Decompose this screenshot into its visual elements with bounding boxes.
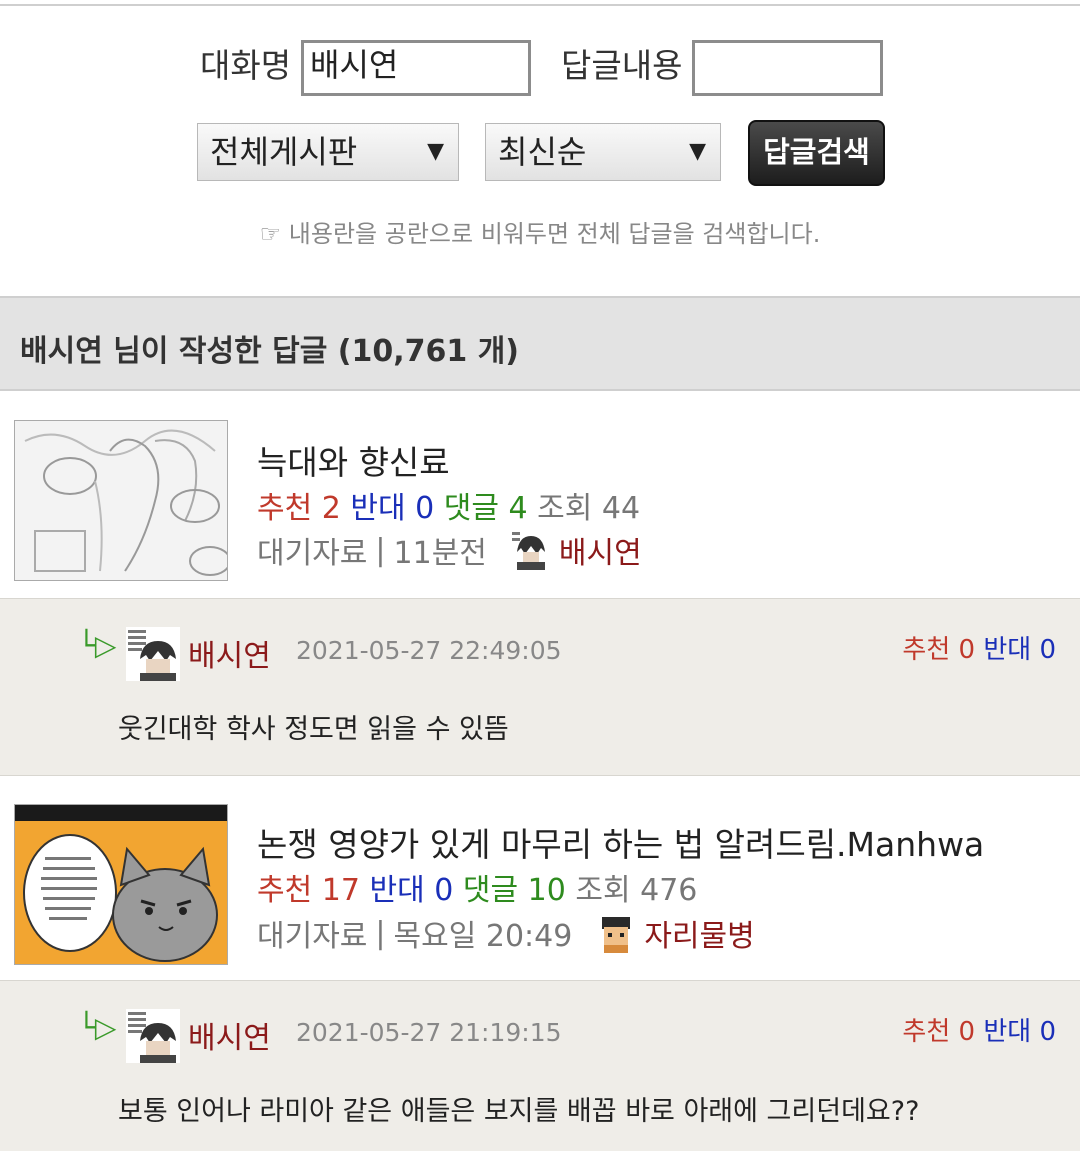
recommend-label: 추천 xyxy=(257,873,313,908)
comments-label: 댓글 xyxy=(443,491,499,526)
recommend-count: 17 xyxy=(321,873,360,908)
views-label: 조회 xyxy=(537,491,593,526)
author-avatar-icon xyxy=(596,913,637,953)
reply-item: └▷ 배시연 2021-05-27 21:19:15 추천 0 반대 0 보통 … xyxy=(0,980,1080,1151)
post-category: 대기자료 xyxy=(257,919,368,954)
post-title[interactable]: 논쟁 영양가 있게 마무리 하는 법 알려드림.Manhwa xyxy=(257,818,984,866)
dropdown-arrow-icon: ▼ xyxy=(689,139,706,164)
post-thumbnail[interactable] xyxy=(14,420,228,581)
recommend-count: 2 xyxy=(321,491,341,526)
reply-author[interactable]: 배시연 xyxy=(188,631,271,675)
post-stats: 추천 17 반대 0 댓글 10 조회 476 xyxy=(257,865,697,909)
reply-item: └▷ 배시연 2021-05-27 22:49:05 추천 0 반대 0 웃긴대… xyxy=(0,598,1080,776)
reply-recommend-label: 추천 xyxy=(902,1017,951,1047)
section-header: 배시연 님이 작성한 답글 (10,761 개) xyxy=(0,296,1080,391)
board-select[interactable]: 전체게시판 ▼ xyxy=(197,123,459,181)
reply-body: 보통 인어나 라미아 같은 애들은 보지를 배꼽 바로 아래에 그리던데요?? xyxy=(118,1096,920,1127)
reply-body: 웃긴대학 학사 정도면 읽을 수 있뜸 xyxy=(118,714,509,745)
board-select-value: 전체게시판 xyxy=(210,133,358,171)
reply-author[interactable]: 배시연 xyxy=(188,1013,271,1057)
post-author[interactable]: 자리물병 xyxy=(644,911,754,955)
search-hint: ☞ 내용란을 공란으로 비워두면 전체 답글을 검색합니다. xyxy=(259,220,821,248)
post-category: 대기자료 xyxy=(257,536,368,571)
post-thumbnail[interactable] xyxy=(14,804,228,965)
reply-date: 2021-05-27 22:49:05 xyxy=(296,636,562,665)
post-item[interactable]: 늑대와 향신료 추천 2 반대 0 댓글 4 조회 44 대기자료 | 11분전… xyxy=(0,392,1080,598)
reply-oppose-count: 0 xyxy=(1039,635,1056,665)
dropdown-arrow-icon: ▼ xyxy=(427,139,444,164)
reply-avatar xyxy=(126,627,180,681)
content-label: 답글내용 xyxy=(561,46,683,85)
views-count: 44 xyxy=(601,491,641,526)
reply-oppose-label: 반대 xyxy=(983,1017,1032,1047)
comments-label: 댓글 xyxy=(462,873,519,908)
reply-votes: 추천 0 반대 0 xyxy=(902,629,1056,666)
oppose-count: 0 xyxy=(434,873,454,908)
reply-arrow-icon: └▷ xyxy=(78,629,117,662)
oppose-count: 0 xyxy=(415,491,435,526)
reply-avatar xyxy=(126,1009,180,1063)
section-title: 배시연 님이 작성한 답글 (10,761 개) xyxy=(20,334,520,369)
oppose-label: 반대 xyxy=(369,873,425,908)
nickname-label: 대화명 xyxy=(200,46,292,85)
post-stats: 추천 2 반대 0 댓글 4 조회 44 xyxy=(257,483,640,527)
views-label: 조회 xyxy=(575,873,631,908)
oppose-label: 반대 xyxy=(350,491,406,526)
reply-arrow-icon: └▷ xyxy=(78,1011,117,1044)
post-meta: 대기자료 | 11분전 배시연 xyxy=(257,528,642,572)
post-item[interactable]: 논쟁 영양가 있게 마무리 하는 법 알려드림.Manhwa 추천 17 반대 … xyxy=(0,776,1080,980)
meta-separator: | xyxy=(375,915,386,951)
sort-select[interactable]: 최신순 ▼ xyxy=(485,123,721,181)
reply-recommend-count: 0 xyxy=(958,635,976,665)
post-meta: 대기자료 | 목요일 20:49 자리물병 xyxy=(257,911,755,955)
reply-date: 2021-05-27 21:19:15 xyxy=(296,1018,562,1047)
reply-votes: 추천 0 반대 0 xyxy=(902,1011,1056,1048)
author-avatar-icon xyxy=(510,530,551,570)
comments-count: 10 xyxy=(527,873,566,908)
comments-count: 4 xyxy=(508,491,528,526)
post-time: 11분전 xyxy=(393,536,487,571)
post-time: 목요일 20:49 xyxy=(393,919,573,954)
reply-recommend-count: 0 xyxy=(958,1017,976,1047)
nickname-input[interactable]: 배시연 xyxy=(301,40,531,96)
views-count: 476 xyxy=(640,873,698,908)
post-title[interactable]: 늑대와 향신료 xyxy=(257,436,450,484)
reply-oppose-label: 반대 xyxy=(983,635,1032,665)
recommend-label: 추천 xyxy=(257,491,313,526)
top-divider xyxy=(0,4,1080,6)
meta-separator: | xyxy=(375,532,386,568)
reply-search-button[interactable]: 답글검색 xyxy=(748,120,885,186)
sort-select-value: 최신순 xyxy=(498,133,587,171)
reply-oppose-count: 0 xyxy=(1039,1017,1056,1047)
content-input[interactable] xyxy=(692,40,883,96)
reply-recommend-label: 추천 xyxy=(902,635,951,665)
post-author[interactable]: 배시연 xyxy=(559,528,642,572)
